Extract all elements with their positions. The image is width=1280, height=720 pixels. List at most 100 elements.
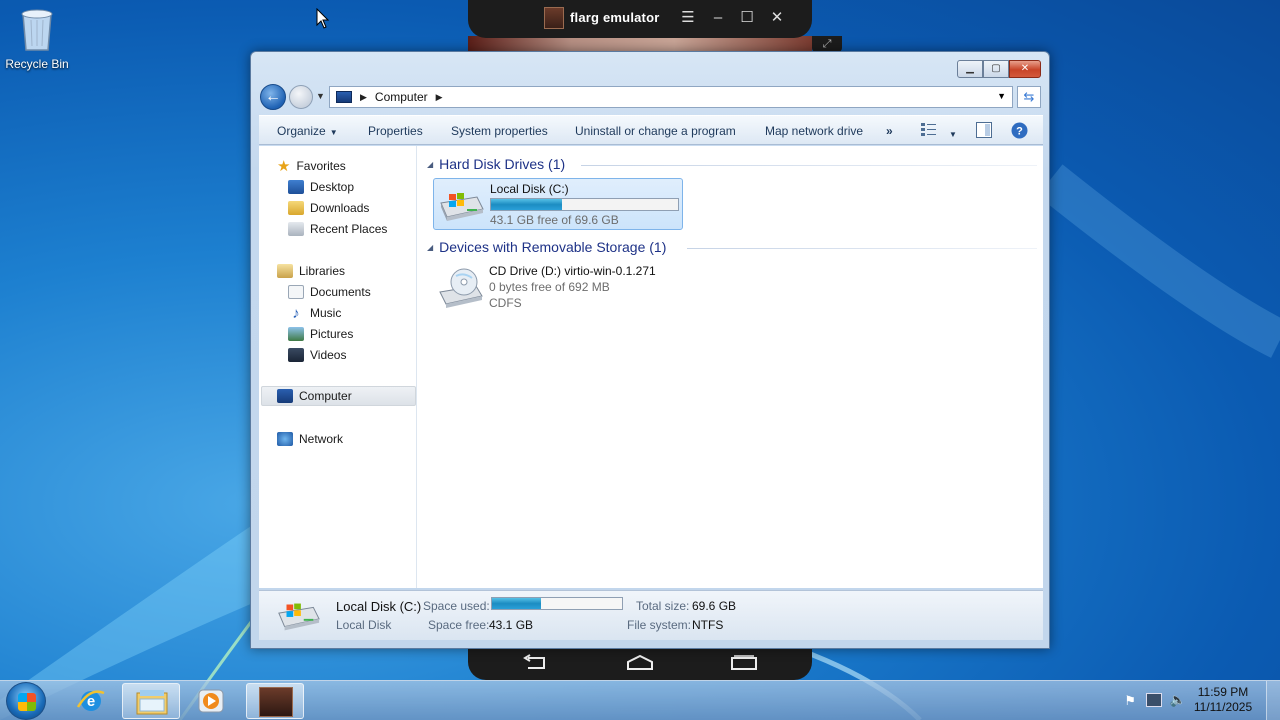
organize-button[interactable]: Organize ▼ bbox=[277, 124, 338, 138]
desktop-folder-icon bbox=[288, 180, 304, 194]
file-system-value: NTFS bbox=[692, 618, 724, 632]
nav-recent-places[interactable]: Recent Places bbox=[288, 219, 387, 239]
nav-pictures-label: Pictures bbox=[310, 327, 354, 341]
nav-libraries-label: Libraries bbox=[299, 264, 346, 278]
minimize-icon[interactable]: – bbox=[708, 8, 728, 28]
file-list-pane: ◢ Hard Disk Drives (1) Local Disk (C:) 4… bbox=[419, 146, 1043, 588]
computer-icon bbox=[277, 389, 293, 403]
nav-recent-places-label: Recent Places bbox=[310, 222, 388, 236]
uninstall-program-button[interactable]: Uninstall or change a program bbox=[575, 124, 736, 138]
drive-c-usage-bar bbox=[490, 198, 679, 211]
internet-explorer-icon: e bbox=[76, 690, 105, 711]
refresh-button[interactable]: ⇆ bbox=[1017, 86, 1041, 108]
window-maximize-button[interactable]: ▢ bbox=[983, 60, 1009, 78]
forward-button[interactable] bbox=[289, 85, 313, 109]
breadcrumb-chevron-icon[interactable]: ▶ bbox=[360, 92, 367, 103]
action-center-flag-icon[interactable]: ⚑ bbox=[1124, 693, 1136, 709]
network-status-icon[interactable] bbox=[1146, 693, 1162, 707]
back-button[interactable]: ← bbox=[260, 84, 286, 110]
menu-icon[interactable]: ☰ bbox=[678, 8, 698, 28]
total-size-label: Total size: bbox=[636, 599, 690, 613]
home-nav-icon[interactable] bbox=[626, 654, 654, 672]
properties-button[interactable]: Properties bbox=[368, 124, 423, 138]
preview-pane-icon[interactable] bbox=[976, 122, 992, 141]
space-used-label: Space used: bbox=[423, 599, 490, 613]
documents-icon bbox=[288, 285, 304, 299]
nav-documents[interactable]: Documents bbox=[288, 282, 371, 302]
details-usage-bar bbox=[491, 597, 623, 610]
address-dropdown-icon[interactable]: ▼ bbox=[997, 91, 1006, 101]
taskbar-internet-explorer[interactable]: e bbox=[62, 683, 120, 719]
clock[interactable]: 11:59 PM 11/11/2025 bbox=[1188, 685, 1258, 715]
libraries-icon bbox=[277, 264, 293, 278]
drive-d-filesystem: CDFS bbox=[489, 296, 522, 310]
nav-music-label: Music bbox=[310, 306, 342, 320]
taskbar-emulator[interactable] bbox=[246, 683, 304, 719]
emulator-nav-bar bbox=[468, 648, 812, 680]
space-free-value: 43.1 GB bbox=[489, 618, 534, 632]
nav-computer[interactable]: Computer bbox=[261, 386, 416, 406]
drive-c-name: Local Disk (C:) bbox=[490, 182, 569, 196]
view-options-chevron-icon[interactable]: ▼ bbox=[945, 126, 957, 140]
map-network-drive-button[interactable]: Map network drive bbox=[765, 124, 863, 138]
volume-muted-icon[interactable]: 🔈 bbox=[1170, 692, 1186, 708]
content-area: ★ Favorites Desktop Downloads Recent Pla… bbox=[259, 146, 1043, 588]
taskbar-windows-explorer[interactable] bbox=[122, 683, 180, 719]
breadcrumb-chevron-icon[interactable]: ▶ bbox=[436, 92, 443, 103]
recent-places-icon bbox=[288, 222, 304, 236]
nav-favorites[interactable]: ★ Favorites bbox=[277, 156, 346, 176]
folder-icon bbox=[136, 690, 168, 715]
show-desktop-button[interactable] bbox=[1266, 681, 1280, 720]
address-bar[interactable]: ▶ Computer ▶ ▼ bbox=[329, 86, 1013, 108]
nav-music[interactable]: ♪ Music bbox=[288, 303, 341, 323]
recent-pages-dropdown-icon[interactable]: ▼ bbox=[316, 91, 325, 101]
pictures-icon bbox=[288, 327, 304, 341]
drive-c[interactable]: Local Disk (C:) 43.1 GB free of 69.6 GB bbox=[433, 178, 683, 230]
file-system-label: File system: bbox=[627, 618, 692, 632]
collapse-triangle-icon[interactable]: ◢ bbox=[427, 243, 433, 252]
taskbar-media-player[interactable] bbox=[182, 683, 240, 719]
start-button[interactable] bbox=[6, 682, 46, 720]
nav-network[interactable]: Network bbox=[277, 429, 343, 449]
window-close-button[interactable]: ✕ bbox=[1009, 60, 1041, 78]
explorer-window: ▁ ▢ ✕ ← ▼ ▶ Computer ▶ ▼ ⇆ Organize ▼ Pro… bbox=[250, 51, 1050, 649]
nav-desktop[interactable]: Desktop bbox=[288, 177, 354, 197]
downloads-folder-icon bbox=[288, 201, 304, 215]
nav-network-label: Network bbox=[299, 432, 344, 446]
taskbar: e ⚑ 🔈 11:59 PM 11/11/2025 bbox=[0, 680, 1280, 720]
recents-nav-icon[interactable] bbox=[730, 654, 758, 672]
system-properties-button[interactable]: System properties bbox=[451, 124, 548, 138]
back-nav-icon[interactable] bbox=[522, 654, 550, 672]
drive-d-free-space: 0 bytes free of 692 MB bbox=[489, 280, 610, 294]
media-player-icon bbox=[198, 689, 224, 713]
change-view-icon[interactable] bbox=[921, 122, 937, 139]
group-removable-storage[interactable]: ◢ Devices with Removable Storage (1) bbox=[427, 239, 666, 255]
nav-favorites-label: Favorites bbox=[296, 159, 346, 173]
emulator-app-icon bbox=[259, 687, 293, 717]
expand-icon[interactable]: ⤢ bbox=[812, 36, 842, 52]
total-size-value: 69.6 GB bbox=[692, 599, 737, 613]
help-icon[interactable]: ? bbox=[1011, 122, 1028, 142]
breadcrumb-computer[interactable]: Computer bbox=[375, 90, 428, 104]
collapse-triangle-icon[interactable]: ◢ bbox=[427, 160, 433, 169]
nav-videos[interactable]: Videos bbox=[288, 345, 346, 365]
cd-drive-icon bbox=[439, 268, 483, 308]
nav-desktop-label: Desktop bbox=[310, 180, 355, 194]
close-icon[interactable]: ✕ bbox=[767, 8, 787, 28]
maximize-icon[interactable]: ☐ bbox=[737, 8, 757, 28]
command-bar: Organize ▼ Properties System properties U… bbox=[259, 115, 1043, 145]
group-removable-storage-label: Devices with Removable Storage (1) bbox=[439, 239, 667, 255]
nav-downloads[interactable]: Downloads bbox=[288, 198, 369, 218]
group-divider bbox=[687, 248, 1037, 249]
nav-libraries[interactable]: Libraries bbox=[277, 261, 345, 281]
window-minimize-button[interactable]: ▁ bbox=[957, 60, 983, 78]
drive-d[interactable]: CD Drive (D:) virtio-win-0.1.271 0 bytes… bbox=[433, 261, 683, 313]
emulator-app-icon bbox=[544, 7, 564, 29]
group-hard-disk-drives[interactable]: ◢ Hard Disk Drives (1) bbox=[427, 156, 565, 172]
more-commands-button[interactable]: » bbox=[886, 124, 893, 138]
emulator-title-bar[interactable]: flarg emulator ☰ – ☐ ✕ bbox=[468, 0, 812, 38]
drive-d-name: CD Drive (D:) virtio-win-0.1.271 bbox=[489, 264, 656, 278]
nav-pictures[interactable]: Pictures bbox=[288, 324, 353, 344]
organize-label: Organize bbox=[277, 124, 326, 138]
recycle-bin-shortcut[interactable]: Recycle Bin bbox=[4, 6, 70, 71]
